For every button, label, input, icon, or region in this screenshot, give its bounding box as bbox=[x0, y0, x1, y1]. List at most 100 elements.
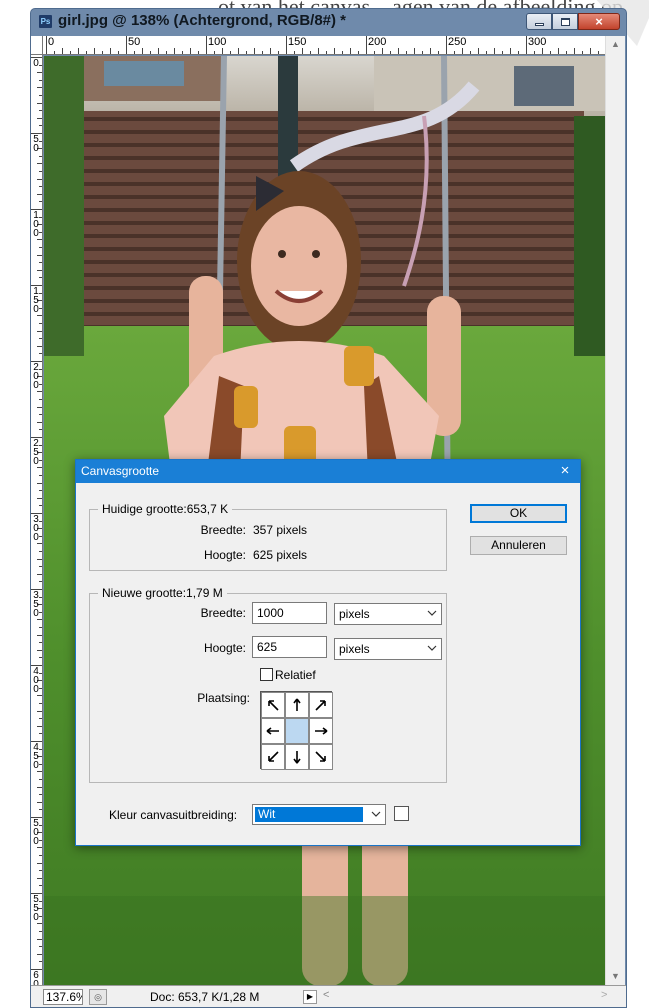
chevron-down-icon bbox=[427, 610, 437, 616]
ruler-tick bbox=[39, 338, 42, 340]
anchor-left[interactable] bbox=[261, 718, 285, 744]
dialog-title-bar[interactable]: Canvasgrootte × bbox=[76, 460, 580, 483]
ruler-tick bbox=[39, 566, 42, 568]
horizontal-ruler[interactable]: 0501001502002503003 bbox=[43, 36, 621, 55]
ruler-tick bbox=[62, 48, 63, 54]
ruler-tick bbox=[294, 51, 295, 54]
arrow-up-right-icon bbox=[315, 700, 326, 711]
ruler-tick bbox=[39, 718, 42, 720]
ruler-tick bbox=[37, 406, 42, 408]
relative-checkbox[interactable] bbox=[260, 668, 273, 681]
ruler-tick bbox=[37, 193, 42, 195]
ruler-tick bbox=[37, 467, 42, 469]
ruler-origin[interactable] bbox=[31, 36, 43, 55]
ruler-tick bbox=[326, 51, 327, 54]
ruler-tick bbox=[39, 490, 42, 492]
ruler-tick bbox=[54, 51, 55, 54]
ruler-tick bbox=[39, 201, 42, 203]
anchor-grid bbox=[260, 691, 333, 770]
scroll-down-icon[interactable]: ▼ bbox=[611, 971, 620, 981]
scroll-up-icon[interactable]: ▲ bbox=[611, 39, 620, 49]
ruler-tick bbox=[310, 51, 311, 54]
chevron-down-icon bbox=[427, 645, 437, 651]
arrow-left-icon bbox=[266, 727, 279, 735]
anchor-top-right[interactable] bbox=[309, 692, 333, 718]
ruler-tick bbox=[39, 155, 42, 157]
vertical-scrollbar[interactable]: ▲ ▼ bbox=[605, 36, 625, 985]
ruler-tick bbox=[39, 399, 42, 400]
ruler-tick bbox=[206, 36, 207, 54]
extension-color-swatch[interactable] bbox=[394, 806, 409, 821]
ruler-tick bbox=[46, 36, 47, 54]
extension-color-label: Kleur canvasuitbreiding: bbox=[109, 808, 238, 822]
minimize-button[interactable] bbox=[526, 13, 552, 30]
ruler-tick bbox=[102, 51, 103, 54]
ruler-tick bbox=[534, 51, 535, 54]
dialog-close-icon[interactable]: × bbox=[550, 460, 580, 483]
maximize-icon bbox=[560, 17, 570, 26]
ruler-label: 300 bbox=[33, 514, 39, 543]
ruler-tick bbox=[134, 51, 135, 54]
new-height-input[interactable] bbox=[252, 636, 327, 658]
ruler-tick bbox=[37, 269, 42, 271]
close-window-button[interactable]: × bbox=[578, 13, 620, 30]
anchor-right[interactable] bbox=[309, 718, 333, 744]
cancel-button[interactable]: Annuleren bbox=[470, 536, 567, 555]
ruler-tick bbox=[39, 794, 42, 796]
ruler-tick bbox=[37, 619, 42, 621]
scroll-left-icon[interactable]: < bbox=[323, 989, 329, 1001]
anchor-top[interactable] bbox=[285, 692, 309, 718]
status-info-icon[interactable]: ◎ bbox=[89, 989, 107, 1005]
current-height-label: Hoogte: bbox=[203, 548, 246, 562]
ruler-tick bbox=[118, 51, 119, 54]
ruler-tick bbox=[278, 51, 279, 54]
maximize-button[interactable] bbox=[552, 13, 578, 30]
anchor-bottom-right[interactable] bbox=[309, 744, 333, 770]
scroll-right-icon[interactable]: > bbox=[601, 989, 607, 1001]
ruler-tick bbox=[398, 48, 399, 54]
window-controls: × bbox=[526, 13, 620, 31]
ruler-tick bbox=[262, 51, 263, 54]
ruler-tick bbox=[110, 48, 111, 54]
ruler-tick bbox=[39, 779, 42, 780]
ruler-tick bbox=[454, 51, 455, 54]
extension-color-select[interactable]: Wit bbox=[252, 804, 386, 825]
width-unit-select[interactable]: pixels bbox=[334, 603, 442, 625]
ruler-tick bbox=[37, 102, 42, 104]
anchor-center[interactable] bbox=[285, 718, 309, 744]
ruler-tick bbox=[37, 649, 42, 651]
ruler-tick bbox=[39, 627, 42, 628]
ruler-tick bbox=[342, 51, 343, 54]
anchor-bottom[interactable] bbox=[285, 744, 309, 770]
new-width-input[interactable] bbox=[252, 602, 327, 624]
status-menu-button[interactable]: ▶ bbox=[303, 990, 317, 1004]
ruler-tick bbox=[518, 51, 519, 54]
ruler-tick bbox=[37, 558, 42, 560]
ruler-tick bbox=[94, 48, 95, 54]
ruler-tick bbox=[126, 36, 127, 54]
ruler-tick bbox=[37, 801, 42, 803]
ruler-tick bbox=[39, 277, 42, 279]
ruler-tick bbox=[598, 51, 599, 54]
ruler-tick bbox=[558, 48, 559, 54]
zoom-input[interactable]: 137.6% bbox=[43, 989, 83, 1005]
ok-button[interactable]: OK bbox=[470, 504, 567, 523]
arrow-up-icon bbox=[293, 698, 301, 711]
anchor-bottom-left[interactable] bbox=[261, 744, 285, 770]
height-unit-select[interactable]: pixels bbox=[334, 638, 442, 660]
window-title-bar[interactable]: Ps girl.jpg @ 138% (Achtergrond, RGB/8#)… bbox=[31, 9, 626, 35]
ruler-tick bbox=[37, 877, 42, 879]
ruler-tick bbox=[39, 581, 42, 583]
vertical-ruler[interactable]: 0 50 100 150 200 250 300 350 400 450 500 550 600 bbox=[31, 55, 43, 985]
ruler-tick bbox=[37, 725, 42, 727]
ruler-tick bbox=[350, 48, 351, 54]
ruler-tick bbox=[494, 48, 495, 54]
anchor-top-left[interactable] bbox=[261, 692, 285, 718]
anchor-label: Plaatsing: bbox=[197, 691, 250, 705]
current-height-value: 625 pixels bbox=[253, 548, 308, 562]
relative-label: Relatief bbox=[275, 668, 316, 682]
ruler-tick bbox=[39, 551, 42, 552]
ruler-tick bbox=[39, 429, 42, 431]
minimize-icon bbox=[534, 22, 544, 26]
ruler-tick bbox=[37, 923, 42, 925]
